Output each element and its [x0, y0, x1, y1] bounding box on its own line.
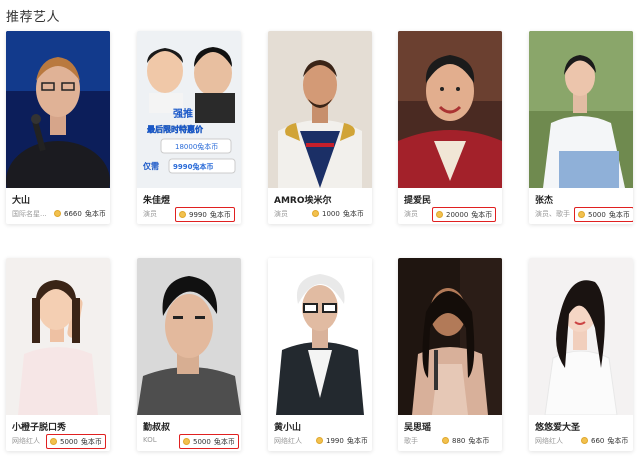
artist-name: 大山: [12, 196, 31, 206]
artist-price: 1990 兔本币: [316, 434, 368, 447]
coin-icon: [442, 437, 449, 444]
artist-role: 网络红人: [12, 437, 40, 445]
artist-name: 朱佳煜: [143, 196, 171, 206]
artist-role: 国际名星...: [12, 210, 47, 218]
price-unit: 兔本币: [471, 210, 493, 219]
price-unit: 兔本币: [342, 209, 364, 218]
artist-card[interactable]: 张杰 演员、歌手 5000 兔本币: [529, 31, 633, 224]
artist-price: 880 兔本币: [442, 434, 489, 447]
price-unit: 兔本币: [607, 436, 629, 445]
coin-icon: [581, 437, 588, 444]
artist-photo[interactable]: [268, 258, 372, 415]
artist-card[interactable]: 大山 国际名星... 6660 兔本币: [6, 31, 110, 224]
artist-photo[interactable]: [529, 31, 633, 188]
artist-price: 20000 兔本币: [432, 207, 497, 222]
artist-name: 提爱民: [404, 196, 432, 206]
price-unit: 兔本币: [80, 437, 102, 446]
artist-card[interactable]: 吴思瑶 歌手 880 兔本币: [398, 258, 502, 451]
artist-card[interactable]: 勤叔叔 KOL 5000 兔本币: [137, 258, 241, 451]
artist-photo[interactable]: [529, 258, 633, 415]
artist-role: 网络红人: [274, 437, 302, 445]
price-unit: 兔本币: [608, 210, 630, 219]
coin-icon: [183, 438, 190, 445]
artist-role: 演员: [274, 210, 288, 218]
price-unit: 兔本币: [468, 436, 490, 445]
coin-icon: [316, 437, 323, 444]
artist-name: 张杰: [535, 196, 554, 206]
price-value: 5000: [588, 210, 606, 219]
promo-line1: 最后限时特惠价: [147, 124, 204, 134]
artist-name: 悠悠爱大圣: [535, 423, 581, 433]
artist-name: AMRO埃米尔: [274, 196, 332, 206]
artist-name: 勤叔叔: [143, 423, 171, 433]
coin-icon: [179, 211, 186, 218]
promo-tag: 强推: [173, 107, 193, 120]
promo-only-label: 仅需: [142, 161, 159, 171]
artist-card[interactable]: AMRO埃米尔 演员 1000 兔本币: [268, 31, 372, 224]
artist-name: 黄小山: [274, 423, 302, 433]
coin-icon: [50, 438, 57, 445]
price-value: 9990: [189, 210, 207, 219]
artist-card[interactable]: 黄小山 网络红人 1990 兔本币: [268, 258, 372, 451]
price-unit: 兔本币: [209, 210, 231, 219]
artist-card[interactable]: 小橙子脱口秀 网络红人 5000 兔本币: [6, 258, 110, 451]
artist-role: 演员: [143, 210, 157, 218]
artist-photo[interactable]: [398, 258, 502, 415]
artist-photo[interactable]: [137, 258, 241, 415]
artist-role: 演员、歌手: [535, 210, 570, 218]
price-value: 880: [452, 436, 466, 445]
price-value: 5000: [193, 437, 211, 446]
artist-price: 9990 兔本币: [175, 207, 235, 222]
artist-photo[interactable]: [268, 31, 372, 188]
promo-sale-price: 9990兔本币: [173, 162, 213, 171]
section-title: 推荐艺人: [6, 10, 61, 25]
artist-card[interactable]: 悠悠爱大圣 网络红人 660 兔本币: [529, 258, 633, 451]
artist-price: 1000 兔本币: [312, 207, 364, 220]
coin-icon: [578, 211, 585, 218]
price-value: 6660: [64, 209, 82, 218]
artist-price: 6660 兔本币: [54, 207, 106, 220]
artist-name: 吴思瑶: [404, 423, 432, 433]
price-value: 20000: [446, 210, 469, 219]
artist-price: 5000 兔本币: [46, 434, 106, 449]
coin-icon: [312, 210, 319, 217]
price-value: 5000: [60, 437, 78, 446]
coin-icon: [436, 211, 443, 218]
artist-price: 5000 兔本币: [179, 434, 239, 449]
price-unit: 兔本币: [346, 436, 368, 445]
artist-price: 660 兔本币: [581, 434, 628, 447]
artist-role: 歌手: [404, 437, 418, 445]
price-value: 1000: [322, 209, 340, 218]
artist-photo[interactable]: [398, 31, 502, 188]
coin-icon: [54, 210, 61, 217]
artist-price: 5000 兔本币: [574, 207, 633, 222]
artist-photo[interactable]: 强推 最后限时特惠价 18000兔本币 仅需 9990兔本币: [137, 31, 241, 188]
price-unit: 兔本币: [84, 209, 106, 218]
promo-original-price: 18000兔本币: [175, 142, 218, 151]
artist-name: 小橙子脱口秀: [12, 423, 67, 433]
artist-role: KOL: [143, 436, 157, 444]
artist-role: 演员: [404, 210, 418, 218]
artist-photo[interactable]: [6, 258, 110, 415]
price-value: 1990: [326, 436, 344, 445]
artist-card[interactable]: 提爱民 演员 20000 兔本币: [398, 31, 502, 224]
price-value: 660: [591, 436, 605, 445]
artist-card[interactable]: 强推 最后限时特惠价 18000兔本币 仅需 9990兔本币 朱佳煜 演员 99…: [137, 31, 241, 224]
artist-role: 网络红人: [535, 437, 563, 445]
price-unit: 兔本币: [213, 437, 235, 446]
artist-photo[interactable]: [6, 31, 110, 188]
